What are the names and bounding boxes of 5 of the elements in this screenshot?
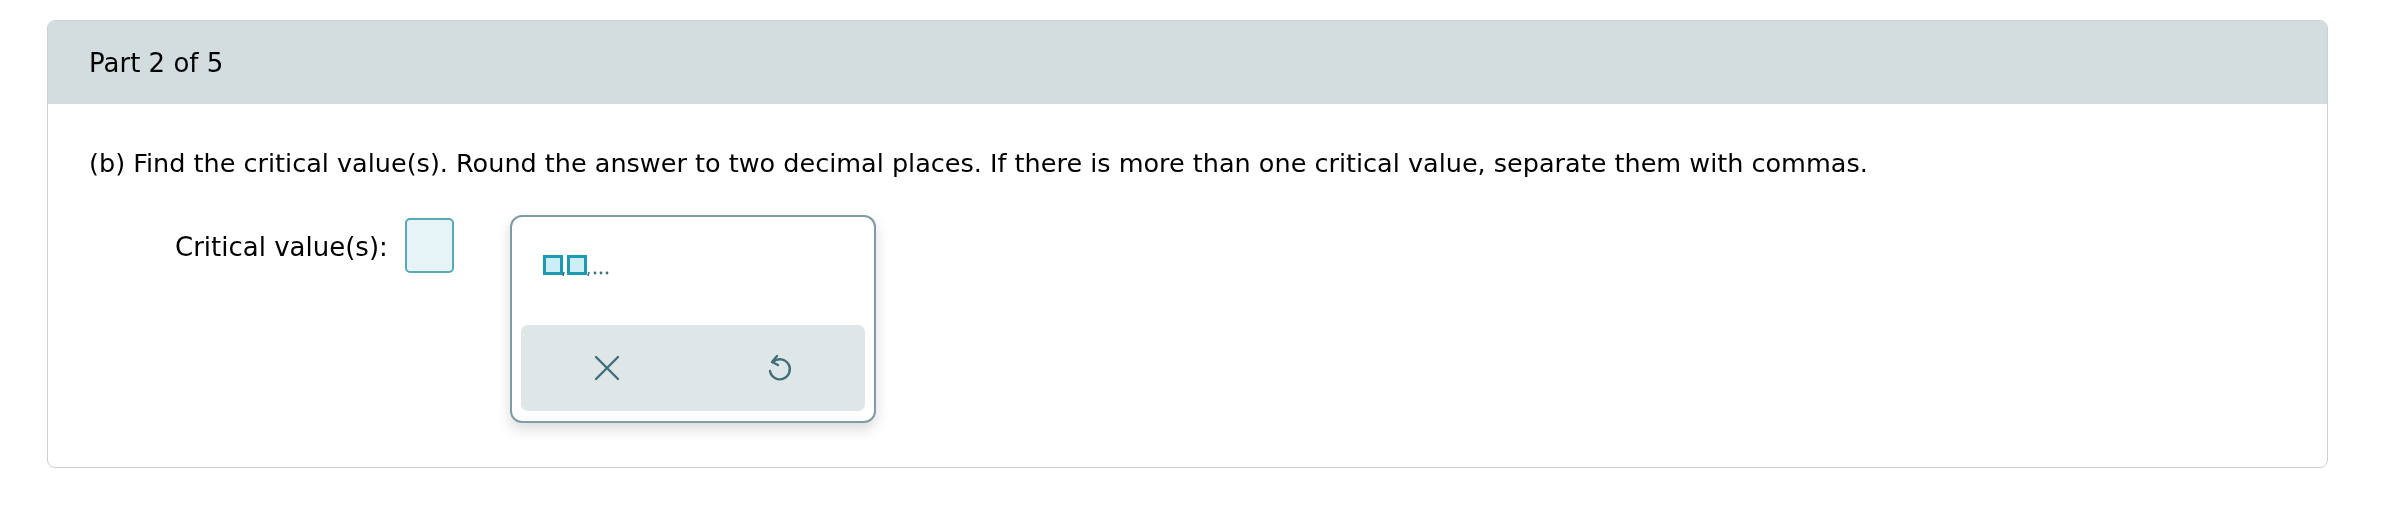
question-text: (b) Find the critical value(s). Round the answer to two decimal places. If there is more than one critical value, separate them with commas. [89, 147, 1869, 180]
part-title: Part 2 of 5 [89, 47, 224, 78]
close-icon [593, 355, 620, 381]
answer-input[interactable] [404, 218, 454, 273]
answer-label: Critical value(s): [175, 232, 388, 262]
